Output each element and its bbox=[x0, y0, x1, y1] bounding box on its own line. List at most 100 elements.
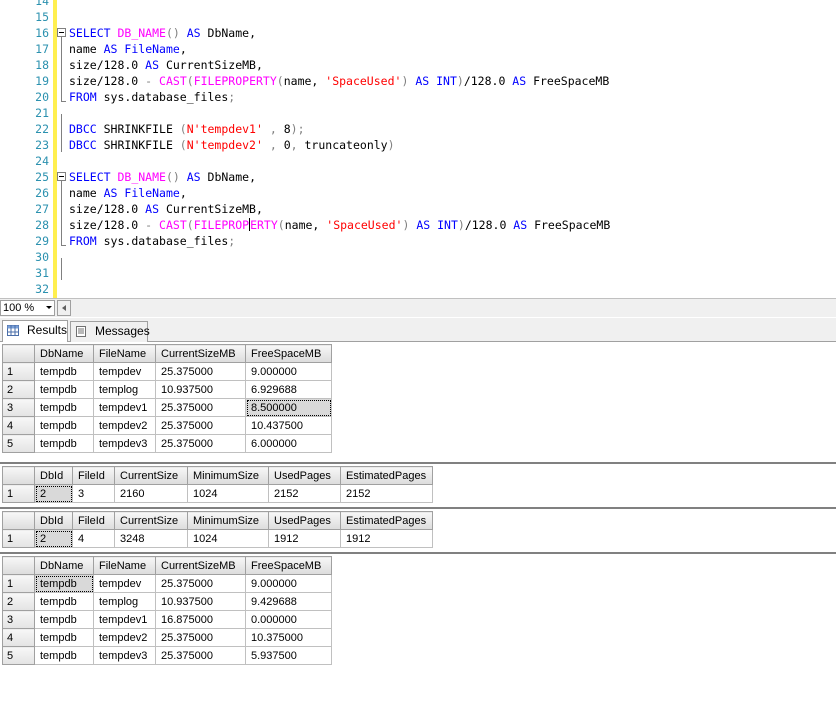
grid-cell[interactable]: 10.437500 bbox=[245, 416, 332, 435]
table-row[interactable]: 4 tempdb tempdev2 25.375000 10.437500 bbox=[2, 416, 332, 435]
grid-cell[interactable]: 6.000000 bbox=[245, 434, 332, 453]
column-header[interactable]: EstimatedPages bbox=[340, 466, 433, 485]
grid-cell[interactable]: tempdev2 bbox=[93, 628, 156, 647]
collapse-region-icon[interactable] bbox=[57, 28, 66, 37]
grid-cell[interactable]: tempdb bbox=[34, 362, 94, 381]
grid-cell[interactable]: 2152 bbox=[268, 484, 341, 503]
table-row[interactable]: 3 tempdb tempdev1 16.875000 0.000000 bbox=[2, 610, 332, 629]
column-header[interactable]: UsedPages bbox=[268, 511, 341, 530]
column-header[interactable]: DbName bbox=[34, 344, 94, 363]
row-number[interactable]: 4 bbox=[2, 416, 35, 435]
row-number[interactable]: 3 bbox=[2, 610, 35, 629]
row-number[interactable]: 1 bbox=[2, 574, 35, 593]
grid-cell[interactable]: 25.375000 bbox=[155, 398, 246, 417]
table-row[interactable]: 1 tempdb tempdev 25.375000 9.000000 bbox=[2, 362, 332, 381]
table-row[interactable]: 1 2 4 3248 1024 1912 1912 bbox=[2, 529, 433, 548]
grid-cell[interactable]: tempdev1 bbox=[93, 610, 156, 629]
column-header[interactable]: DbName bbox=[34, 556, 94, 575]
row-number[interactable]: 5 bbox=[2, 434, 35, 453]
grid-splitter[interactable] bbox=[0, 507, 836, 509]
grid-splitter[interactable] bbox=[0, 552, 836, 554]
table-row[interactable]: 1 2 3 2160 1024 2152 2152 bbox=[2, 484, 433, 503]
result-grid-2[interactable]: DbId FileId CurrentSize MinimumSize UsedPage… bbox=[2, 466, 433, 503]
column-header[interactable]: DbId bbox=[34, 466, 73, 485]
grid-cell[interactable]: tempdev1 bbox=[93, 398, 156, 417]
column-header[interactable]: FileName bbox=[93, 556, 156, 575]
grid-cell[interactable]: templog bbox=[93, 380, 156, 399]
table-row[interactable]: 3 tempdb tempdev1 25.375000 8.500000 bbox=[2, 398, 332, 417]
grid-cell[interactable]: 4 bbox=[72, 529, 115, 548]
grid-corner[interactable] bbox=[2, 556, 35, 575]
result-grid-1[interactable]: DbName FileName CurrentSizeMB FreeSpaceMB 1 t… bbox=[2, 344, 332, 453]
grid-cell[interactable]: tempdev bbox=[93, 362, 156, 381]
grid-cell[interactable]: tempdev3 bbox=[93, 434, 156, 453]
grid-cell[interactable]: 10.937500 bbox=[155, 592, 246, 611]
grid-cell[interactable]: 1024 bbox=[187, 529, 269, 548]
column-header[interactable]: CurrentSize bbox=[114, 466, 188, 485]
sql-editor[interactable]: 14 15 16 17 18 19 20 21 22 23 24 25 26 27 28 29 30 31 32 S… bbox=[0, 0, 836, 298]
table-row[interactable]: 5 tempdb tempdev3 25.375000 6.000000 bbox=[2, 434, 332, 453]
result-grid-4[interactable]: DbName FileName CurrentSizeMB FreeSpaceMB 1 t… bbox=[2, 556, 332, 665]
table-row[interactable]: 2 tempdb templog 10.937500 6.929688 bbox=[2, 380, 332, 399]
row-number[interactable]: 5 bbox=[2, 646, 35, 665]
grid-cell[interactable]: tempdb bbox=[34, 628, 94, 647]
column-header[interactable]: CurrentSizeMB bbox=[155, 556, 246, 575]
grid-cell[interactable]: 9.000000 bbox=[245, 574, 332, 593]
grid-cell[interactable]: 5.937500 bbox=[245, 646, 332, 665]
zoom-dropdown[interactable]: 100 % bbox=[0, 300, 55, 316]
row-number[interactable]: 2 bbox=[2, 380, 35, 399]
grid-cell[interactable]: 3248 bbox=[114, 529, 188, 548]
grid-corner[interactable] bbox=[2, 511, 35, 530]
grid-cell[interactable]: tempdb bbox=[34, 592, 94, 611]
grid-cell[interactable]: 1024 bbox=[187, 484, 269, 503]
table-row[interactable]: 4 tempdb tempdev2 25.375000 10.375000 bbox=[2, 628, 332, 647]
grid-cell[interactable]: 1912 bbox=[340, 529, 433, 548]
grid-cell[interactable]: tempdb bbox=[34, 434, 94, 453]
grid-cell[interactable]: tempdb bbox=[34, 646, 94, 665]
table-row[interactable]: 2 tempdb templog 10.937500 9.429688 bbox=[2, 592, 332, 611]
grid-cell[interactable]: tempdev3 bbox=[93, 646, 156, 665]
tab-messages[interactable]: Messages bbox=[70, 321, 150, 342]
column-header[interactable]: CurrentSizeMB bbox=[155, 344, 246, 363]
column-header[interactable]: FileId bbox=[72, 511, 115, 530]
table-row[interactable]: 5 tempdb tempdev3 25.375000 5.937500 bbox=[2, 646, 332, 665]
grid-cell[interactable]: tempdb bbox=[34, 574, 94, 593]
grid-cell[interactable]: 0.000000 bbox=[245, 610, 332, 629]
column-header[interactable]: FileName bbox=[93, 344, 156, 363]
scroll-left-button[interactable] bbox=[57, 300, 71, 316]
grid-cell[interactable]: 2 bbox=[34, 484, 73, 503]
grid-cell[interactable]: 25.375000 bbox=[155, 434, 246, 453]
grid-cell[interactable]: 10.375000 bbox=[245, 628, 332, 647]
grid-cell[interactable]: tempdev2 bbox=[93, 416, 156, 435]
column-header[interactable]: UsedPages bbox=[268, 466, 341, 485]
grid-cell[interactable]: 8.500000 bbox=[245, 398, 332, 417]
collapse-region-icon[interactable] bbox=[57, 172, 66, 181]
row-number[interactable]: 1 bbox=[2, 362, 35, 381]
tab-results[interactable]: Results bbox=[2, 320, 68, 342]
column-header[interactable]: FileId bbox=[72, 466, 115, 485]
grid-cell[interactable]: 3 bbox=[72, 484, 115, 503]
grid-cell[interactable]: 25.375000 bbox=[155, 574, 246, 593]
grid-cell[interactable]: 25.375000 bbox=[155, 416, 246, 435]
column-header[interactable]: DbId bbox=[34, 511, 73, 530]
column-header[interactable]: CurrentSize bbox=[114, 511, 188, 530]
column-header[interactable]: MinimumSize bbox=[187, 511, 269, 530]
grid-cell[interactable]: 9.429688 bbox=[245, 592, 332, 611]
grid-cell[interactable]: tempdb bbox=[34, 398, 94, 417]
column-header[interactable]: MinimumSize bbox=[187, 466, 269, 485]
grid-cell[interactable]: 16.875000 bbox=[155, 610, 246, 629]
grid-cell[interactable]: 1912 bbox=[268, 529, 341, 548]
row-number[interactable]: 4 bbox=[2, 628, 35, 647]
grid-cell[interactable]: tempdev bbox=[93, 574, 156, 593]
result-grid-3[interactable]: DbId FileId CurrentSize MinimumSize UsedPage… bbox=[2, 511, 433, 548]
grid-cell[interactable]: templog bbox=[93, 592, 156, 611]
row-number[interactable]: 1 bbox=[2, 529, 35, 548]
row-number[interactable]: 3 bbox=[2, 398, 35, 417]
row-number[interactable]: 1 bbox=[2, 484, 35, 503]
row-number[interactable]: 2 bbox=[2, 592, 35, 611]
grid-cell[interactable]: 25.375000 bbox=[155, 362, 246, 381]
grid-cell[interactable]: 2160 bbox=[114, 484, 188, 503]
grid-cell[interactable]: 2 bbox=[34, 529, 73, 548]
column-header[interactable]: FreeSpaceMB bbox=[245, 556, 332, 575]
grid-cell[interactable]: tempdb bbox=[34, 380, 94, 399]
